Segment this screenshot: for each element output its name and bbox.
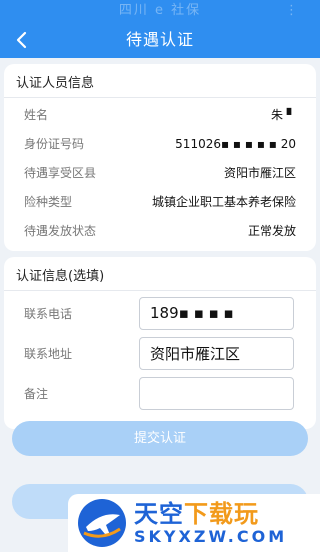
phone-input[interactable]: 189▪ ▪ ▪ ▪ bbox=[139, 296, 294, 330]
person-info-card: 认证人员信息 姓名 朱 ▘ 身份证号码 511026▪ ▪ ▪ ▪ ▪ 20 待… bbox=[4, 64, 316, 251]
auth-section-title: 认证信息(选填) bbox=[16, 269, 105, 284]
phone-row: 联系电话 189▪ ▪ ▪ ▪ bbox=[4, 293, 316, 333]
name-value: 朱 ▘ bbox=[270, 108, 296, 122]
insurance-type-value: 城镇企业职工基本养老保险 bbox=[151, 195, 296, 209]
divider bbox=[4, 97, 316, 98]
address-row: 联系地址 资阳市雁江区 bbox=[4, 333, 316, 373]
district-value: 资阳市雁江区 bbox=[223, 166, 296, 180]
watermark-brand-part2: 下载玩 bbox=[184, 500, 259, 528]
payment-status-value: 正常发放 bbox=[247, 224, 296, 238]
payment-status-label: 待遇发放状态 bbox=[24, 224, 97, 238]
name-row: 姓名 朱 ▘ bbox=[4, 100, 316, 129]
status-bar-faint-text: 四川 e 社保 bbox=[118, 3, 202, 18]
name-label: 姓名 bbox=[24, 108, 49, 122]
id-number-row: 身份证号码 511026▪ ▪ ▪ ▪ ▪ 20 bbox=[4, 129, 316, 158]
id-number-value: 511026▪ ▪ ▪ ▪ ▪ 20 bbox=[175, 136, 296, 151]
site-watermark: 天空下载玩 SKYXZW.COM bbox=[68, 494, 320, 552]
remark-input[interactable] bbox=[139, 376, 294, 410]
address-label: 联系地址 bbox=[24, 346, 73, 361]
divider bbox=[4, 290, 316, 291]
person-section-title: 认证人员信息 bbox=[16, 76, 95, 91]
back-button[interactable] bbox=[12, 30, 32, 50]
page-title: 待遇认证 bbox=[125, 30, 194, 49]
submit-auth-button[interactable]: 提交认证 bbox=[12, 421, 308, 456]
phone-label: 联系电话 bbox=[24, 306, 73, 321]
watermark-domain: SKYXZW.COM bbox=[134, 527, 288, 546]
app-header: 待遇认证 bbox=[0, 22, 320, 58]
id-number-label: 身份证号码 bbox=[24, 137, 85, 151]
more-dots-icon: ⋮ bbox=[285, 3, 298, 18]
remark-label: 备注 bbox=[24, 386, 49, 401]
watermark-brand-part1: 天空 bbox=[134, 500, 184, 528]
back-arrow-icon bbox=[16, 31, 27, 49]
payment-status-row: 待遇发放状态 正常发放 bbox=[4, 216, 316, 245]
remark-row: 备注 bbox=[4, 373, 316, 413]
insurance-type-row: 险种类型 城镇企业职工基本养老保险 bbox=[4, 187, 316, 216]
insurance-type-label: 险种类型 bbox=[24, 195, 73, 209]
district-row: 待遇享受区县 资阳市雁江区 bbox=[4, 158, 316, 187]
airplane-logo-icon bbox=[76, 497, 128, 549]
district-label: 待遇享受区县 bbox=[24, 166, 97, 180]
address-input[interactable]: 资阳市雁江区 bbox=[139, 336, 294, 370]
auth-info-card: 认证信息(选填) 联系电话 189▪ ▪ ▪ ▪ 联系地址 资阳市雁江区 备注 bbox=[4, 257, 316, 429]
status-bar: 四川 e 社保 ⋮ bbox=[0, 0, 320, 22]
